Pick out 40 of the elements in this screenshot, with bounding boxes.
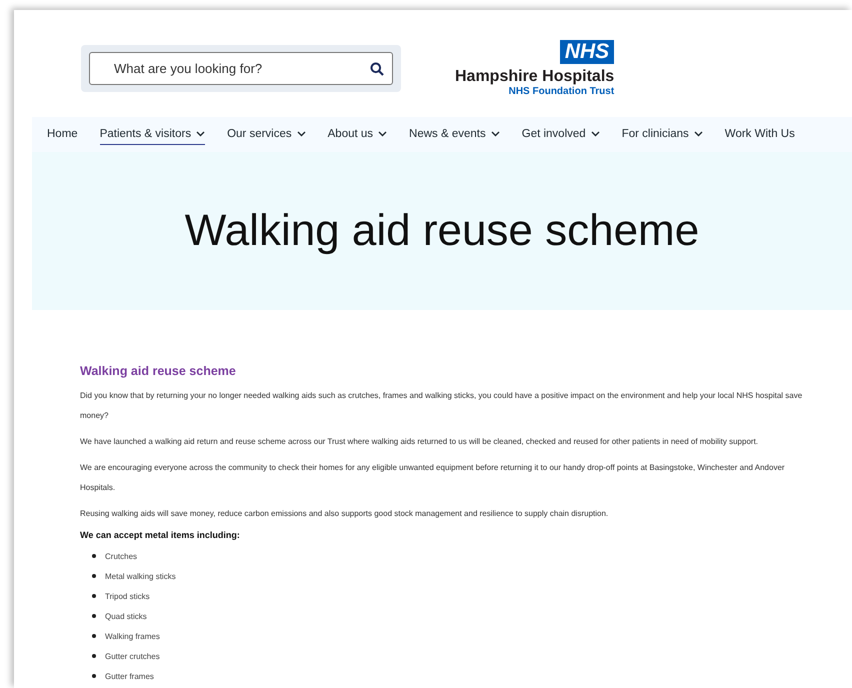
chevron-down-icon [590, 131, 600, 137]
nav-link[interactable]: Work With Us [724, 124, 795, 145]
nav-link[interactable]: Our services [227, 124, 306, 145]
chevron-down-icon [694, 131, 703, 137]
bullet-icon [92, 554, 96, 558]
bullet-icon [92, 594, 96, 598]
logo-badge[interactable]: NHS [560, 40, 614, 64]
bullet-icon [92, 654, 96, 658]
list-item: Walking frames [105, 632, 160, 640]
list-item: Gutter frames [105, 672, 154, 680]
list-item: Crutches [105, 552, 138, 560]
paragraph: Reusing walking aids will save money, reduce carbon emissions and also supports good stock management and resilience to supply chain disruption. [80, 508, 610, 520]
chevron-down-icon [490, 131, 500, 137]
paragraph: We are encouraging everyone across the community to check their homes for any eligible unwanted equipment before returning it to our handy drop-off points at Basingstoke, Winchester and Andover Hospitals. [80, 462, 786, 494]
bullet-icon [92, 574, 96, 578]
nav-link[interactable]: For clinicians [622, 124, 703, 145]
list-title: We can accept metal items including: [80, 530, 241, 540]
chevron-down-icon [296, 131, 306, 137]
section-heading: Walking aid reuse scheme [80, 364, 237, 378]
bullet-icon [92, 674, 96, 678]
paragraph: We have launched a walking aid return and reuse scheme across our Trust where walking aids returned to us will be cleaned, checked and reused for other patients in need of mobility support. [80, 436, 760, 448]
nav-link[interactable]: About us [328, 124, 388, 145]
nav-link[interactable]: Home [47, 124, 78, 145]
search-field[interactable]: What are you looking for? [89, 52, 393, 85]
list-item: Tripod sticks [105, 592, 150, 600]
nav-link[interactable]: Get involved [522, 124, 600, 145]
bullet-icon [92, 634, 96, 638]
page-title: Walking aid reuse scheme [184, 206, 700, 256]
logo-subtitle: NHS Foundation Trust [508, 86, 614, 97]
chevron-down-icon [196, 131, 206, 137]
list-item: Gutter crutches [105, 652, 160, 660]
list-item: Quad sticks [105, 612, 147, 620]
chevron-down-icon [378, 131, 388, 137]
nav-link[interactable]: News & events [409, 124, 500, 145]
list-item: Metal walking sticks [105, 572, 176, 580]
bullet-icon [92, 614, 96, 618]
paragraph: Did you know that by returning your no longer needed walking aids such as crutches, frames and walking sticks, you could have a positive impact on the environment and help your local NHS hospital save money? [80, 390, 804, 422]
logo-name: Hampshire Hospitals [455, 68, 614, 86]
nav-link[interactable]: Patients & visitors [100, 124, 206, 145]
search-icon[interactable] [370, 62, 384, 76]
